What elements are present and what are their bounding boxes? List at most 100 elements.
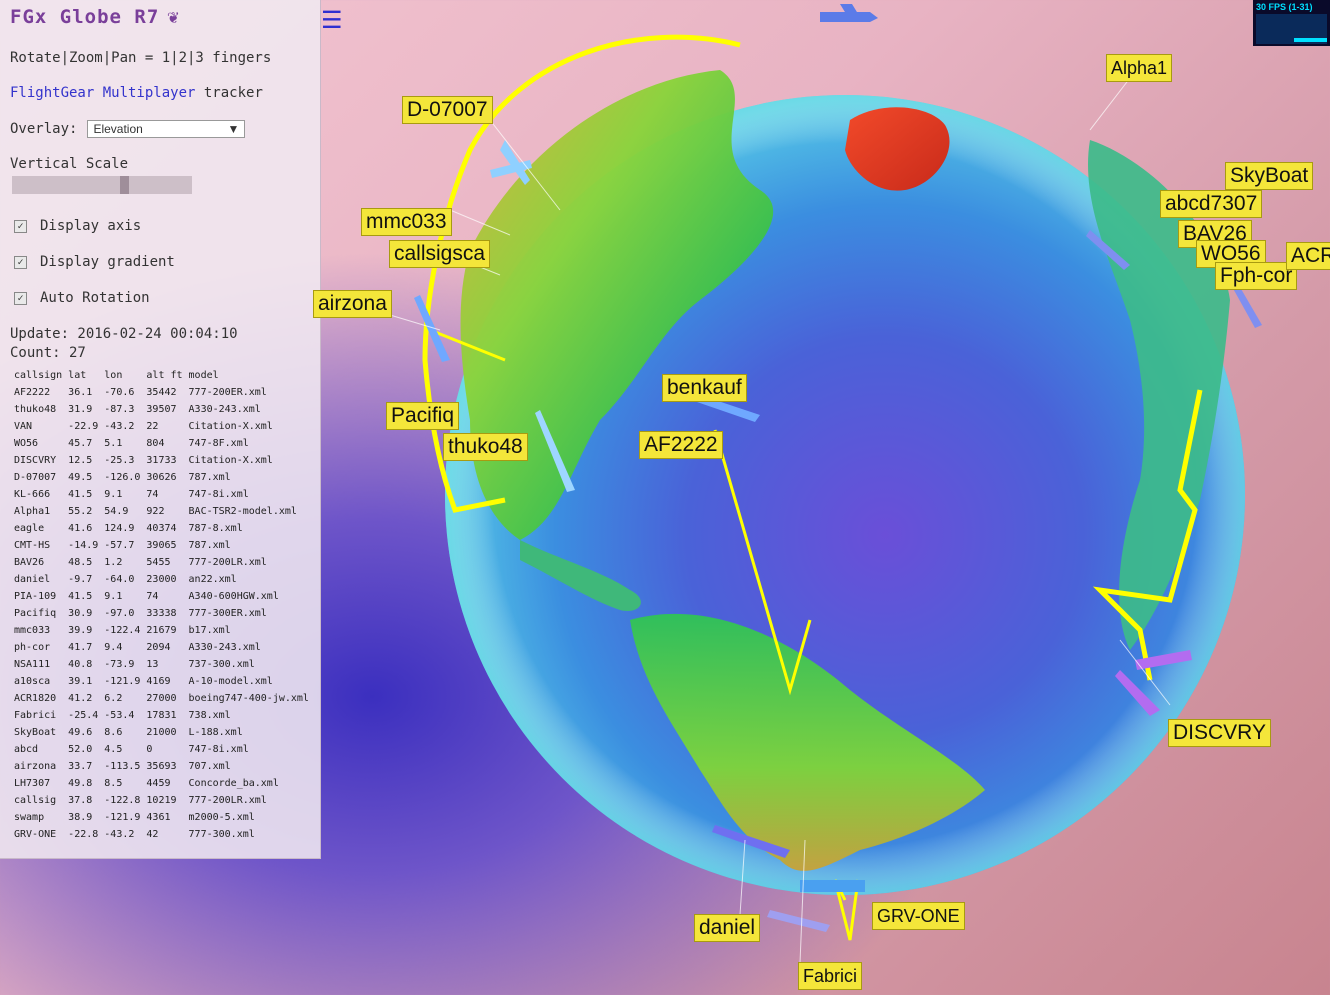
table-cell: ACR1820: [14, 693, 57, 704]
table-cell: 41.2: [68, 693, 93, 704]
table-cell: 49.5: [68, 472, 93, 483]
control-panel: FGx Globe R7 ❦ Rotate|Zoom|Pan = 1|2|3 fi…: [0, 0, 321, 859]
display-gradient-checkbox[interactable]: ✓: [14, 255, 27, 269]
table-cell: abcd: [14, 744, 39, 755]
flightgear-tracker-link[interactable]: FlightGear Multiplayer: [10, 85, 195, 101]
table-cell: 41.5: [68, 489, 93, 500]
table-cell: -97.0: [104, 608, 135, 619]
callsign-label-daniel[interactable]: daniel: [694, 914, 761, 942]
table-cell: 23000: [146, 574, 177, 585]
auto-rotation-checkbox[interactable]: ✓: [14, 291, 27, 305]
slider-thumb[interactable]: [120, 176, 129, 194]
logo-icon: ❦: [167, 6, 180, 28]
table-cell: -22.8: [68, 829, 99, 840]
callsign-label-abcd[interactable]: abcd7307: [1160, 190, 1263, 218]
table-cell: -121.9: [104, 676, 141, 687]
callsign-label-callsig[interactable]: callsigsca: [389, 240, 491, 268]
table-cell: 49.8: [68, 778, 93, 789]
table-cell: -14.9: [68, 540, 99, 551]
table-cell: 9.4: [104, 642, 123, 653]
table-cell: 8.5: [104, 778, 123, 789]
display-gradient-checkbox-row[interactable]: ✓ Display gradient: [14, 254, 175, 270]
table-cell: -25.4: [68, 710, 99, 721]
callsign-label-alpha1[interactable]: Alpha1: [1106, 54, 1173, 82]
column-header: lon: [104, 370, 123, 381]
aircraft-icon: [820, 4, 878, 22]
table-cell: mmc033: [14, 625, 51, 636]
column-header: alt ft: [146, 370, 183, 381]
table-cell: 707.xml: [188, 761, 231, 772]
table-cell: 41.5: [68, 591, 93, 602]
callsign-label-d07007[interactable]: D-07007: [402, 96, 493, 124]
overlay-select[interactable]: Elevation ▼: [87, 120, 246, 138]
table-cell: callsig: [14, 795, 57, 806]
fps-text: 30 FPS (1-31): [1256, 2, 1313, 12]
fps-meter[interactable]: 30 FPS (1-31): [1253, 0, 1330, 46]
table-cell: KL-666: [14, 489, 51, 500]
auto-rotation-label: Auto Rotation: [40, 290, 150, 306]
table-cell: 124.9: [104, 523, 135, 534]
auto-rotation-checkbox-row[interactable]: ✓ Auto Rotation: [14, 290, 150, 306]
table-cell: 738.xml: [188, 710, 231, 721]
callsign-label-grvone[interactable]: GRV-ONE: [872, 902, 965, 930]
table-cell: D-07007: [14, 472, 57, 483]
table-cell: -121.9: [104, 812, 141, 823]
callsign-label-thuko48[interactable]: thuko48: [443, 433, 528, 461]
table-cell: Pacifiq: [14, 608, 57, 619]
table-cell: 777-300ER.xml: [188, 608, 267, 619]
table-cell: 37.8: [68, 795, 93, 806]
table-cell: 787-8.xml: [188, 523, 243, 534]
table-cell: 41.6: [68, 523, 93, 534]
overlay-label: Overlay:: [10, 121, 78, 137]
callsign-label-pacifiq[interactable]: Pacifiq: [386, 402, 460, 430]
table-row: abcd 52.0 4.5 0 747-8i.xml: [12, 741, 313, 758]
table-cell: 4169: [146, 676, 171, 687]
table-row: a10sca 39.1 -121.9 4169 A-10-model.xml: [12, 673, 313, 690]
tracker-line: FlightGear Multiplayer tracker: [10, 85, 263, 101]
column-header: callsign: [14, 370, 63, 381]
callsign-label-af2222[interactable]: AF2222: [639, 431, 723, 459]
table-cell: LH7307: [14, 778, 51, 789]
callsign-label-benkauf[interactable]: benkauf: [662, 374, 747, 402]
table-cell: 2094: [146, 642, 171, 653]
table-cell: Concorde_ba.xml: [188, 778, 279, 789]
callsign-label-fabrici[interactable]: Fabrici: [798, 962, 863, 990]
callsign-label-skyboat[interactable]: SkyBoat: [1225, 162, 1314, 190]
table-cell: an22.xml: [188, 574, 237, 585]
menu-icon[interactable]: ☰: [321, 6, 343, 34]
callsign-label-acr[interactable]: ACR: [1286, 242, 1330, 270]
display-axis-checkbox-row[interactable]: ✓ Display axis: [14, 218, 141, 234]
table-row: VAN -22.9 -43.2 22 Citation-X.xml: [12, 418, 313, 435]
table-cell: -126.0: [104, 472, 141, 483]
table-cell: 30.9: [68, 608, 93, 619]
table-cell: 9.1: [104, 591, 123, 602]
table-cell: 39.1: [68, 676, 93, 687]
table-cell: 55.2: [68, 506, 93, 517]
callsign-label-airzona[interactable]: airzona: [313, 290, 392, 318]
display-axis-checkbox[interactable]: ✓: [14, 219, 27, 233]
table-row: ph-cor 41.7 9.4 2094 A330-243.xml: [12, 639, 313, 656]
column-header: lat: [68, 370, 87, 381]
table-cell: PIA-109: [14, 591, 57, 602]
table-cell: 922: [146, 506, 165, 517]
table-row: DISCVRY 12.5 -25.3 31733 Citation-X.xml: [12, 452, 313, 469]
table-cell: Fabrici: [14, 710, 57, 721]
table-cell: -73.9: [104, 659, 135, 670]
table-row: eagle 41.6 124.9 40374 787-8.xml: [12, 520, 313, 537]
table-cell: thuko48: [14, 404, 57, 415]
table-cell: 747-8F.xml: [188, 438, 249, 449]
callsign-label-phcor[interactable]: Fph-cor: [1215, 262, 1298, 290]
table-cell: 40374: [146, 523, 177, 534]
table-cell: A340-600HGW.xml: [188, 591, 279, 602]
table-cell: swamp: [14, 812, 45, 823]
table-cell: Citation-X.xml: [188, 421, 273, 432]
fps-bar: [1294, 38, 1327, 42]
tracker-suffix: tracker: [203, 85, 263, 101]
table-row: BAV26 48.5 1.2 5455 777-200LR.xml: [12, 554, 313, 571]
callsign-label-mmc033[interactable]: mmc033: [361, 208, 452, 236]
aircraft-icon: [767, 910, 830, 932]
callsign-label-discvry[interactable]: DISCVRY: [1168, 719, 1271, 747]
vertical-scale-slider[interactable]: [12, 176, 192, 194]
table-cell: -113.5: [104, 761, 141, 772]
table-cell: 40.8: [68, 659, 93, 670]
